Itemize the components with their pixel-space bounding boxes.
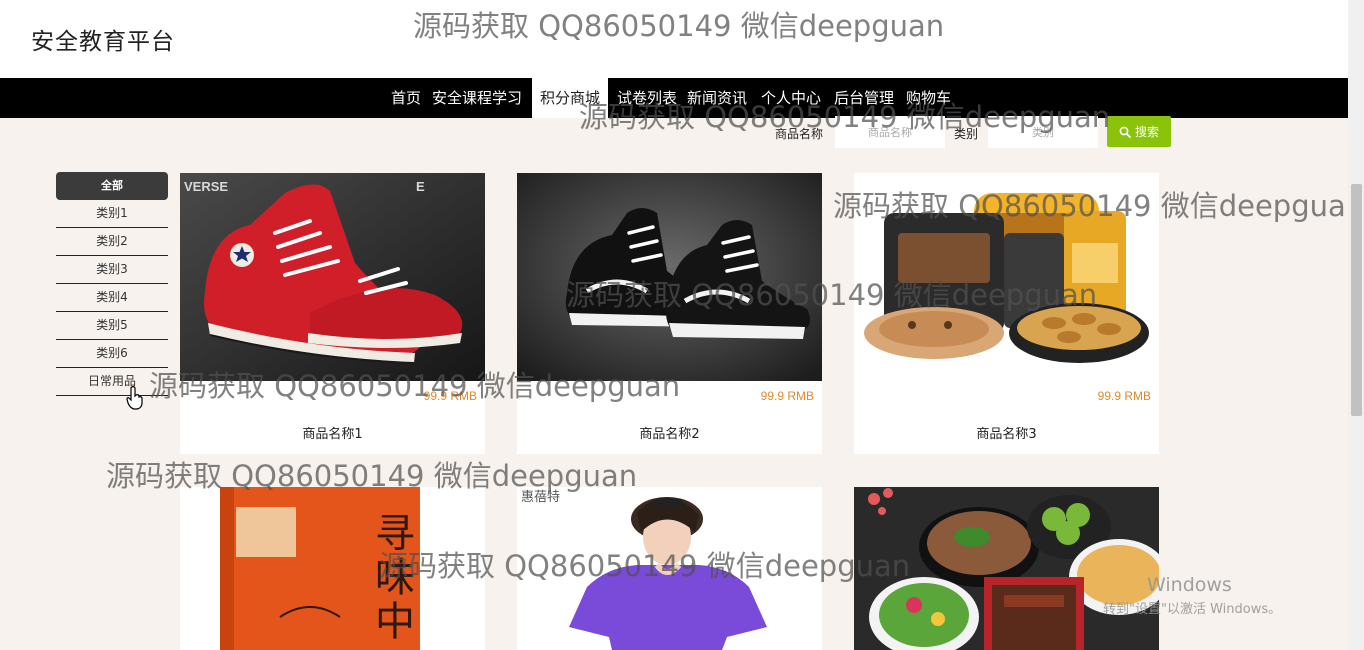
svg-text:味: 味	[375, 555, 415, 601]
nav-item-admin[interactable]: 后台管理	[834, 78, 894, 118]
main-nav: 首页 安全课程学习 积分商城 试卷列表 新闻资讯 个人中心 后台管理 购物车	[0, 78, 1348, 118]
windows-activation-title: Windows	[1147, 574, 1232, 596]
search-button[interactable]: 搜索	[1107, 116, 1171, 147]
category-input[interactable]	[988, 116, 1098, 148]
photo-brand-text: 惠蓓特	[521, 490, 560, 505]
product-card[interactable]: 99.9 RMB 商品名称3	[854, 173, 1159, 454]
category-item[interactable]: 类别5	[56, 312, 168, 340]
windows-activation-notice: Windows 转到"设置"以激活 Windows。	[1103, 574, 1281, 617]
purple-outfit-image: 惠蓓特	[517, 487, 822, 650]
photo-brand-text: VERSE	[184, 179, 228, 194]
svg-text:寻: 寻	[375, 511, 415, 557]
site-title: 安全教育平台	[31, 29, 175, 55]
product-card[interactable]: VERSE E 99.9 RMB 商品名称1	[180, 173, 485, 454]
food-bowls-image	[854, 487, 1159, 650]
product-name-input[interactable]	[835, 116, 945, 148]
category-label: 类别	[954, 127, 979, 141]
book-cover-image: 寻 味 中	[180, 487, 485, 650]
hand-cursor-icon	[126, 386, 143, 410]
search-button-label: 搜索	[1134, 125, 1159, 139]
product-card[interactable]: 惠蓓特	[517, 487, 822, 650]
product-price: 99.9 RMB	[760, 389, 814, 403]
nav-item-profile[interactable]: 个人中心	[761, 78, 821, 118]
scrollbar-thumb[interactable]	[1351, 184, 1362, 416]
category-item[interactable]: 类别4	[56, 284, 168, 312]
nav-item-courses[interactable]: 安全课程学习	[432, 78, 522, 118]
svg-text:中: 中	[375, 599, 415, 645]
header: 安全教育平台	[0, 0, 1348, 78]
svg-text:E: E	[416, 179, 425, 194]
black-sneaker-image	[517, 173, 822, 381]
product-name[interactable]: 商品名称2	[517, 423, 822, 442]
nav-item-home[interactable]: 首页	[391, 78, 421, 118]
product-card[interactable]: 99.9 RMB 商品名称2	[517, 173, 822, 454]
product-name-label: 商品名称	[775, 127, 824, 141]
category-menu: 全部 类别1 类别2 类别3 类别4 类别5 类别6 日常用品	[56, 172, 168, 396]
product-name[interactable]: 商品名称1	[180, 423, 485, 442]
nav-item-cart[interactable]: 购物车	[906, 78, 951, 118]
nav-item-news[interactable]: 新闻资讯	[687, 78, 747, 118]
product-card[interactable]	[854, 487, 1159, 650]
red-sneaker-image: VERSE E	[180, 173, 485, 381]
snack-package-image	[854, 173, 1159, 381]
category-item[interactable]: 类别2	[56, 228, 168, 256]
product-price: 99.9 RMB	[1097, 389, 1151, 403]
product-price: 99.9 RMB	[423, 389, 477, 403]
product-name[interactable]: 商品名称3	[854, 423, 1159, 442]
nav-item-exams[interactable]: 试卷列表	[617, 78, 677, 118]
category-item[interactable]: 类别1	[56, 200, 168, 228]
search-icon	[1119, 126, 1131, 138]
windows-activation-hint: 转到"设置"以激活 Windows。	[1103, 602, 1282, 617]
category-all[interactable]: 全部	[56, 172, 168, 200]
category-item-daily-goods[interactable]: 日常用品	[56, 368, 168, 396]
category-item[interactable]: 类别6	[56, 340, 168, 368]
product-card[interactable]: 寻 味 中	[180, 487, 485, 650]
category-item[interactable]: 类别3	[56, 256, 168, 284]
nav-item-points-mall[interactable]: 积分商城	[532, 78, 609, 118]
